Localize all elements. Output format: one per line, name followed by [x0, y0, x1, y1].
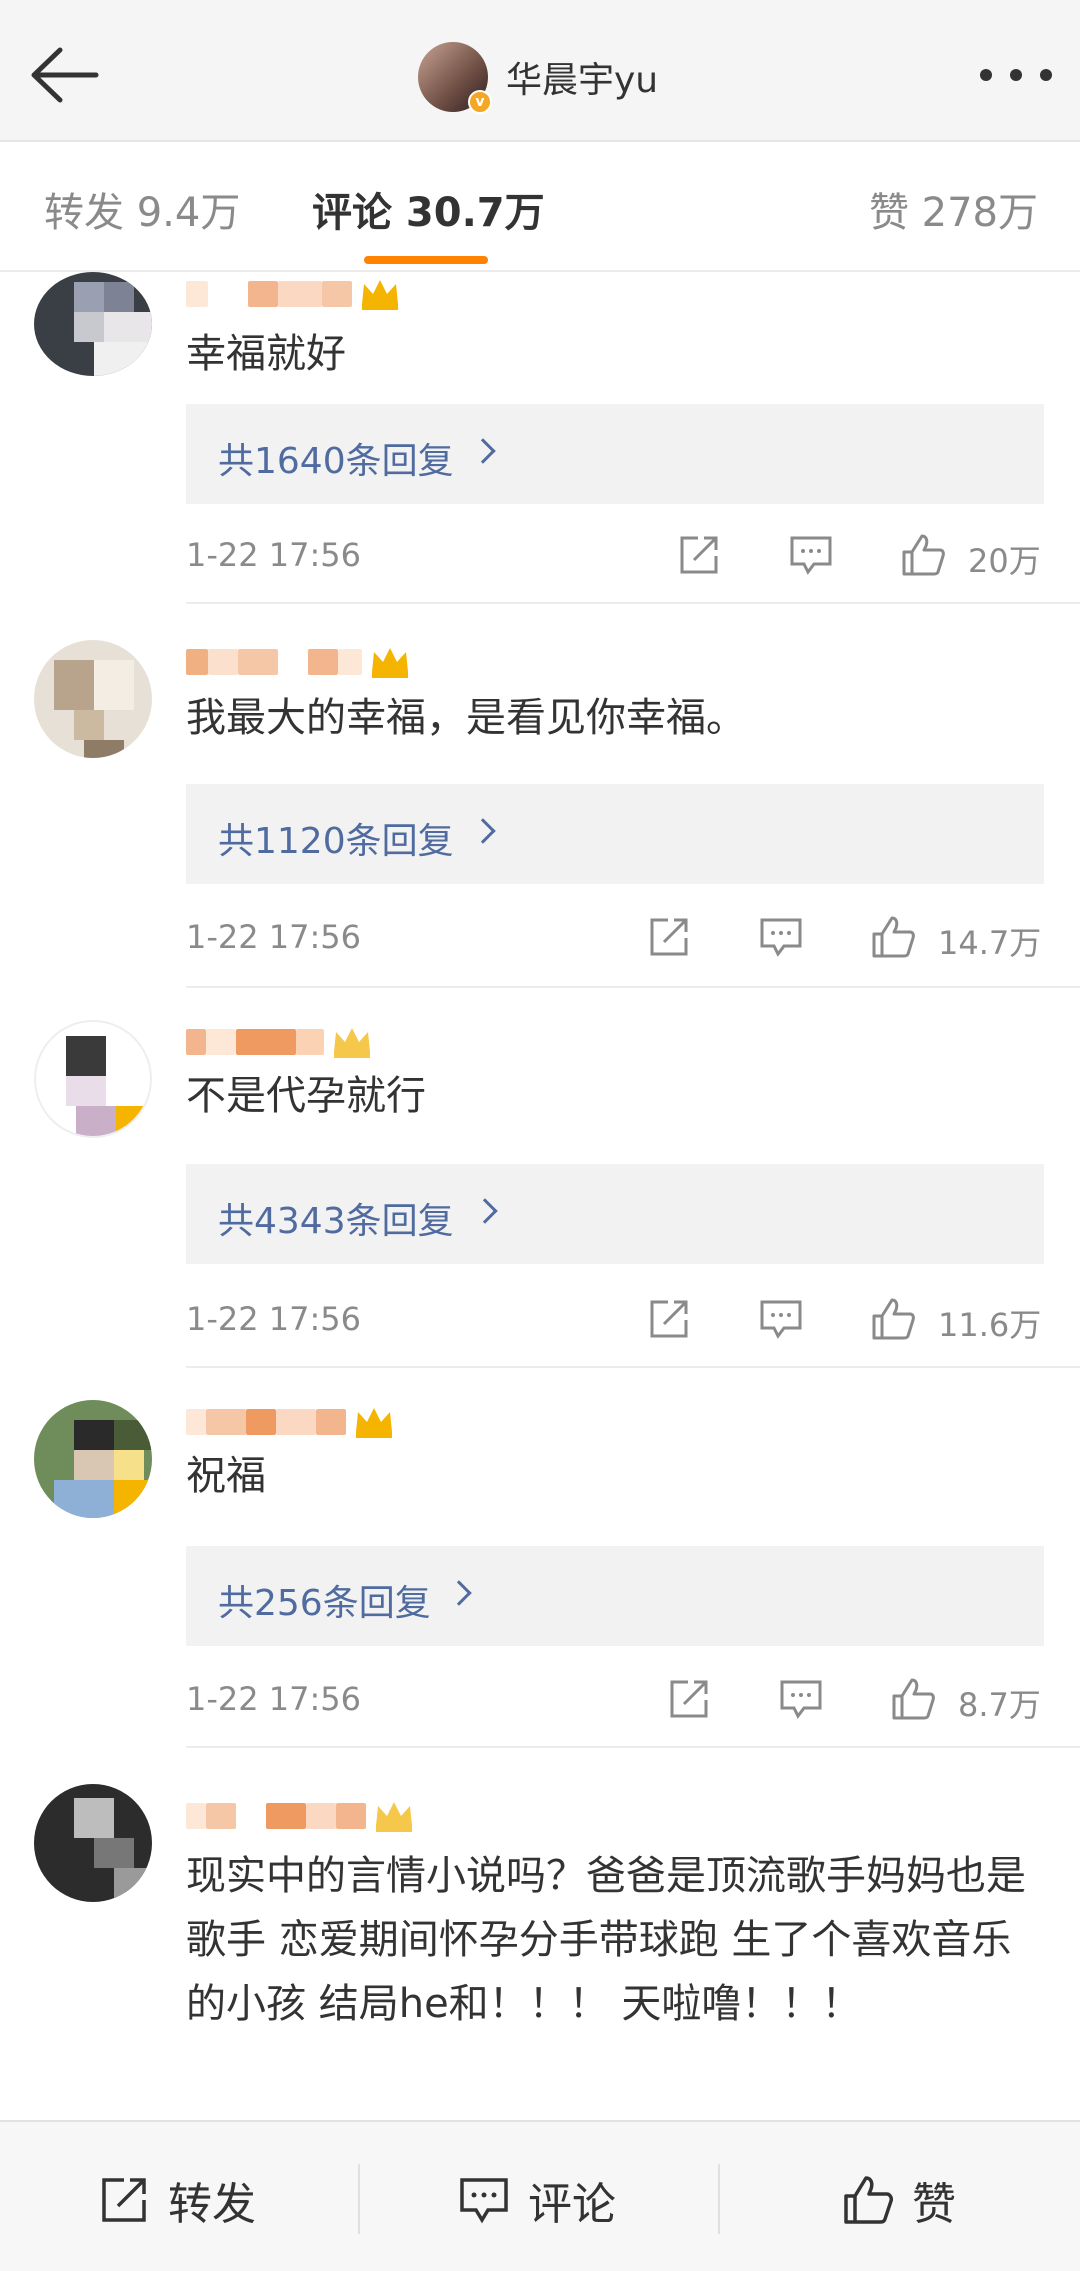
- chevron-right-icon: [470, 818, 496, 844]
- avatar[interactable]: [34, 640, 152, 758]
- like-button[interactable]: 赞: [842, 2170, 956, 2230]
- username[interactable]: [186, 1794, 416, 1838]
- avatar[interactable]: [34, 1784, 152, 1902]
- replies-count: 共1640条回复: [218, 441, 454, 482]
- comment-meta: 1-22 17:56 20万: [186, 530, 1044, 580]
- comment-text: 不是代孕就行: [186, 1073, 426, 1119]
- comment-time: 1-22 17:56: [186, 536, 362, 574]
- like-label: 赞: [912, 2179, 956, 2230]
- username[interactable]: [186, 640, 412, 684]
- replies-count: 共256条回复: [218, 1583, 431, 1624]
- comment-meta: 1-22 17:56 14.7万: [186, 912, 1044, 962]
- comment-icon[interactable]: [758, 1296, 804, 1342]
- replies-count: 共4343条回复: [218, 1201, 454, 1242]
- comment-time: 1-22 17:56: [186, 918, 362, 956]
- divider: [186, 986, 1080, 988]
- replies-button[interactable]: 共1120条回复: [186, 784, 1044, 884]
- username[interactable]: [186, 1400, 396, 1444]
- like-count: 8.7万: [958, 1686, 1041, 1724]
- share-icon[interactable]: [646, 914, 692, 960]
- crown-icon: [362, 280, 398, 310]
- chevron-right-icon: [446, 1580, 472, 1606]
- comment-text: 我最大的幸福，是看见你幸福。: [186, 695, 746, 741]
- comment-icon[interactable]: [788, 532, 834, 578]
- chevron-right-icon: [472, 1198, 498, 1224]
- comment-text: 祝福: [186, 1453, 266, 1499]
- avatar[interactable]: [34, 272, 152, 376]
- thumb-up-icon[interactable]: [900, 532, 946, 578]
- crown-icon: [334, 1028, 370, 1058]
- comment-meta: 1-22 17:56 11.6万: [186, 1294, 1044, 1344]
- repost-label: 转发: [168, 2179, 256, 2230]
- tab-bar: 转发 9.4万 评论 30.7万 赞 278万: [0, 142, 1080, 272]
- crown-icon: [372, 648, 408, 678]
- author-info[interactable]: v 华晨宇yu: [418, 40, 658, 114]
- comment-icon[interactable]: [778, 1676, 824, 1722]
- tab-like[interactable]: 赞 278万: [869, 180, 1038, 238]
- tab-repost[interactable]: 转发 9.4万: [44, 180, 240, 238]
- avatar[interactable]: [34, 1400, 152, 1518]
- chevron-right-icon: [470, 438, 496, 464]
- thumb-up-icon[interactable]: [890, 1676, 936, 1722]
- like-count: 14.7万: [938, 924, 1042, 962]
- comment-button[interactable]: 评论: [458, 2170, 616, 2230]
- share-icon: [102, 2178, 146, 2222]
- repost-button[interactable]: 转发: [98, 2170, 256, 2230]
- bottom-action-bar: 转发 评论 赞: [0, 2120, 1080, 2271]
- comment-time: 1-22 17:56: [186, 1680, 362, 1718]
- avatar[interactable]: [34, 1020, 152, 1138]
- back-button[interactable]: [24, 40, 104, 110]
- separator: [718, 2164, 720, 2234]
- divider: [186, 602, 1080, 604]
- tab-comment[interactable]: 评论 30.7万: [312, 180, 545, 238]
- thumb-up-icon[interactable]: [870, 914, 916, 960]
- comment-label: 评论: [528, 2179, 616, 2230]
- divider: [186, 1366, 1080, 1368]
- replies-button[interactable]: 共1640条回复: [186, 404, 1044, 504]
- comment-meta: 1-22 17:56 8.7万: [186, 1674, 1044, 1724]
- thumb-up-icon[interactable]: [870, 1296, 916, 1342]
- replies-count: 共1120条回复: [218, 821, 454, 862]
- thumb-up-icon: [844, 2176, 893, 2224]
- crown-icon: [376, 1802, 412, 1832]
- back-arrow-icon: [31, 47, 99, 103]
- comment-text: 现实中的言情小说吗？爸爸是顶流歌手妈妈也是歌手 恋爱期间怀孕分手带球跑 生了个喜…: [186, 1853, 1026, 2027]
- comment-icon[interactable]: [758, 914, 804, 960]
- like-count: 11.6万: [938, 1306, 1042, 1344]
- separator: [358, 2164, 360, 2234]
- username[interactable]: [186, 272, 402, 316]
- more-icon[interactable]: [980, 60, 1052, 90]
- verified-badge: v: [468, 90, 492, 114]
- like-count: 20万: [968, 542, 1041, 580]
- comment-icon: [460, 2178, 508, 2224]
- replies-button[interactable]: 共4343条回复: [186, 1164, 1044, 1264]
- top-bar: v 华晨宇yu: [0, 0, 1080, 142]
- comment-time: 1-22 17:56: [186, 1300, 362, 1338]
- share-icon[interactable]: [646, 1296, 692, 1342]
- share-icon[interactable]: [666, 1676, 712, 1722]
- crown-icon: [356, 1408, 392, 1438]
- active-tab-indicator: [364, 256, 488, 264]
- replies-button[interactable]: 共256条回复: [186, 1546, 1044, 1646]
- comment-text: 幸福就好: [186, 331, 346, 377]
- author-name[interactable]: 华晨宇yu: [506, 51, 658, 103]
- username[interactable]: [186, 1020, 374, 1064]
- share-icon[interactable]: [676, 532, 722, 578]
- divider: [186, 1746, 1080, 1748]
- author-avatar[interactable]: v: [418, 42, 492, 114]
